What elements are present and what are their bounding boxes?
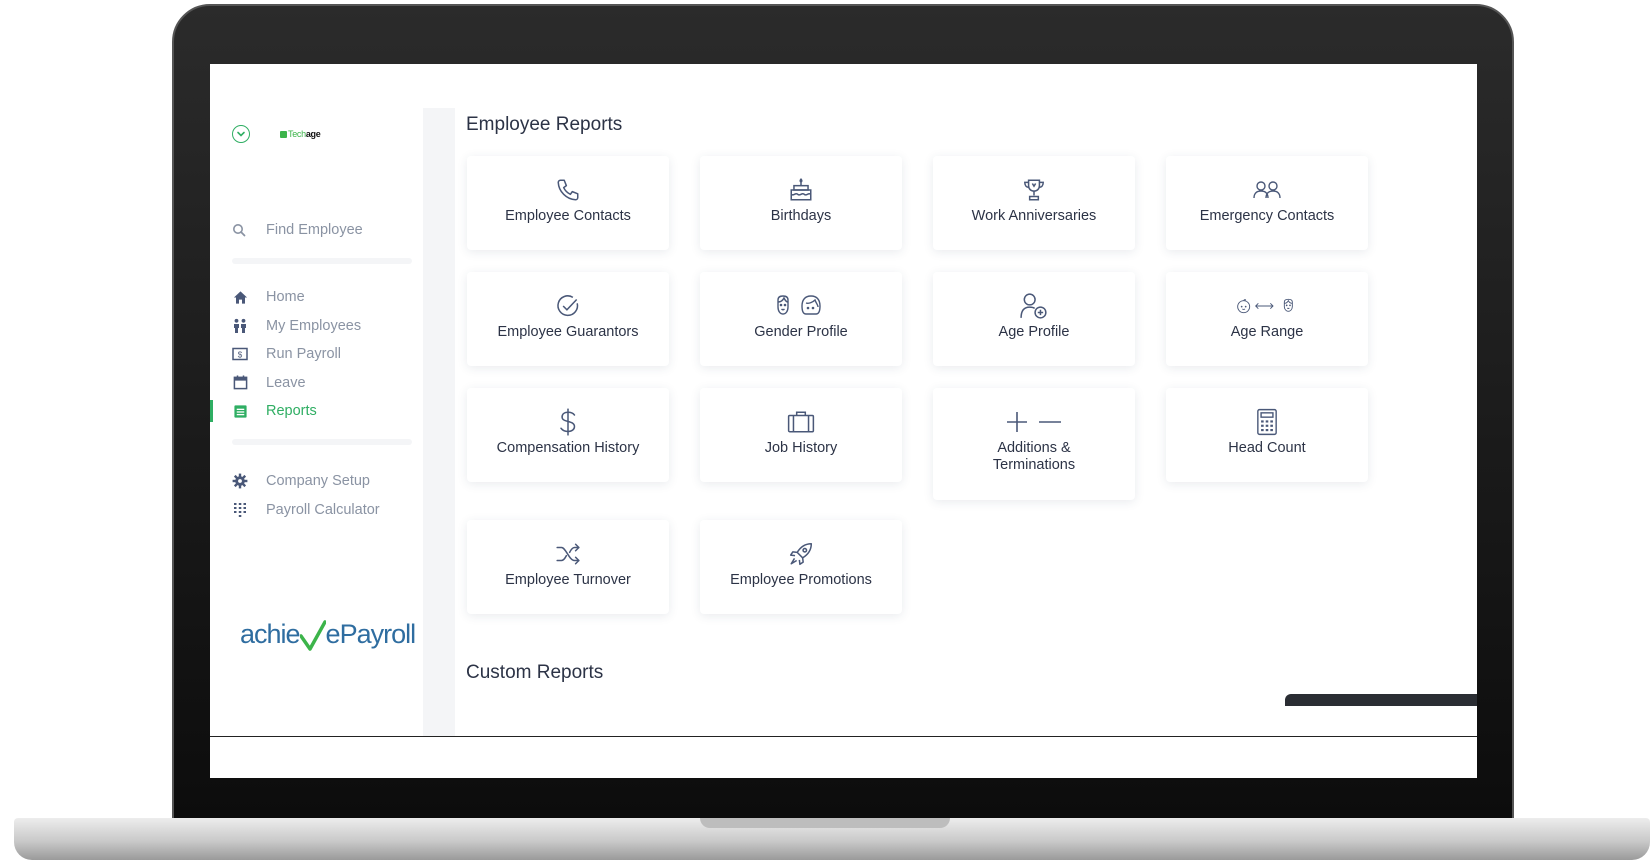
age-range-icon — [1237, 292, 1297, 320]
sidebar-item-label: Reports — [266, 403, 317, 420]
dollar-icon — [538, 408, 598, 436]
report-card-compensation-history[interactable]: Compensation History — [467, 388, 669, 482]
sidebar-item-label: My Employees — [266, 317, 362, 334]
collapse-sidebar-button[interactable] — [232, 125, 250, 143]
report-card-label: Additions & Terminations — [992, 440, 1076, 473]
sidebar-item-leave[interactable]: Leave — [210, 369, 423, 398]
user-plus-icon — [1004, 292, 1064, 320]
report-card-employee-guarantors[interactable]: Employee Guarantors — [467, 272, 669, 366]
calendar-icon — [232, 375, 248, 391]
sidebar-item-run-payroll[interactable]: $ Run Payroll — [210, 340, 423, 369]
gear-icon — [232, 473, 248, 489]
brand-text-start: achie — [240, 619, 301, 649]
logo-text-tech: Tech — [288, 129, 306, 139]
sidebar-item-label: Run Payroll — [266, 346, 341, 363]
sidebar-divider — [232, 258, 412, 264]
main-nav: Home My Employees $ Run Payroll Leave Re… — [210, 283, 423, 426]
sidebar-header: Tech age — [232, 125, 321, 143]
secondary-nav: Company Setup Payroll Calculator — [210, 467, 423, 524]
report-card-employee-contacts[interactable]: Employee Contacts — [467, 156, 669, 250]
report-card-age-range[interactable]: Age Range — [1166, 272, 1368, 366]
bottom-strip — [210, 736, 1477, 778]
trophy-icon — [1004, 176, 1064, 204]
report-card-job-history[interactable]: Job History — [700, 388, 902, 482]
chevron-down-icon — [237, 131, 245, 137]
brand-text-end: ePayroll — [325, 619, 417, 649]
search-icon — [233, 224, 246, 237]
sidebar: Techage Find Employee Home My Employees — [210, 64, 423, 736]
report-card-label: Head Count — [1228, 440, 1306, 456]
sidebar-item-label: Payroll Calculator — [266, 501, 380, 518]
achievepayroll-logo: achie ePayroll — [240, 619, 417, 651]
employee-reports-title: Employee Reports — [466, 114, 623, 135]
find-employee-search[interactable]: Find Employee — [232, 222, 363, 238]
sidebar-divider — [232, 439, 412, 445]
company-logo: Tech age — [280, 129, 321, 139]
calculator-icon — [232, 502, 248, 518]
sidebar-item-company-setup[interactable]: Company Setup — [210, 467, 423, 496]
laptop-screen: Techage Find Employee Home My Employees — [210, 64, 1477, 778]
check-circle-icon — [538, 292, 598, 320]
sidebar-item-payroll-calculator[interactable]: Payroll Calculator — [210, 496, 423, 525]
find-employee-label: Find Employee — [266, 222, 363, 238]
notification-bar — [1285, 694, 1477, 706]
app-window: Techage Find Employee Home My Employees — [210, 64, 1477, 736]
gender-faces-icon — [771, 292, 831, 320]
report-card-age-profile[interactable]: Age Profile — [933, 272, 1135, 366]
report-card-gender-profile[interactable]: Gender Profile — [700, 272, 902, 366]
report-card-birthdays[interactable]: Birthdays — [700, 156, 902, 250]
report-card-emergency-contacts[interactable]: Emergency Contacts — [1166, 156, 1368, 250]
report-card-label: Employee Guarantors — [497, 324, 639, 340]
report-icon — [232, 403, 248, 419]
sidebar-item-label: Company Setup — [266, 473, 370, 490]
money-icon: $ — [232, 346, 248, 362]
sidebar-gutter — [423, 108, 455, 736]
report-card-head-count[interactable]: Head Count — [1166, 388, 1368, 482]
report-card-label: Gender Profile — [754, 324, 848, 340]
logo-text-age: age — [305, 129, 321, 139]
report-card-label: Job History — [764, 440, 838, 456]
sidebar-item-reports[interactable]: Reports — [210, 397, 423, 426]
report-card-employee-promotions[interactable]: Employee Promotions — [700, 520, 902, 614]
calculator-icon — [1237, 408, 1297, 436]
briefcase-icon — [771, 408, 831, 436]
custom-reports-title: Custom Reports — [466, 662, 604, 683]
report-card-additions-terminations[interactable]: Additions & Terminations — [933, 388, 1135, 500]
main-content: Employee Reports Employee Contacts Birth… — [455, 64, 1477, 736]
checkmark-icon — [298, 619, 327, 651]
report-card-label: Birthdays — [770, 208, 832, 224]
report-card-label: Employee Contacts — [505, 208, 631, 224]
sidebar-item-my-employees[interactable]: My Employees — [210, 312, 423, 341]
report-card-employee-turnover[interactable]: Employee Turnover — [467, 520, 669, 614]
report-card-label: Age Profile — [998, 324, 1070, 340]
sidebar-item-home[interactable]: Home — [210, 283, 423, 312]
report-card-label: Employee Turnover — [505, 572, 631, 588]
rocket-icon — [771, 540, 831, 568]
laptop-notch — [700, 818, 950, 828]
cake-icon — [771, 176, 831, 204]
sidebar-item-label: Leave — [266, 374, 306, 391]
svg-text:$: $ — [238, 351, 243, 360]
report-card-label: Work Anniversaries — [971, 208, 1097, 224]
report-card-work-anniversaries[interactable]: Work Anniversaries — [933, 156, 1135, 250]
report-card-label: Employee Promotions — [730, 572, 872, 588]
logo-mark-icon — [280, 130, 287, 138]
people-icon — [232, 318, 248, 334]
users-icon — [1237, 176, 1297, 204]
report-card-label: Compensation History — [496, 440, 640, 456]
phone-icon — [538, 176, 598, 204]
report-card-label: Emergency Contacts — [1199, 208, 1335, 224]
plus-minus-icon — [1004, 408, 1064, 436]
sidebar-item-label: Home — [266, 289, 305, 306]
shuffle-icon — [538, 540, 598, 568]
home-icon — [232, 289, 248, 305]
report-card-label: Age Range — [1230, 324, 1304, 340]
